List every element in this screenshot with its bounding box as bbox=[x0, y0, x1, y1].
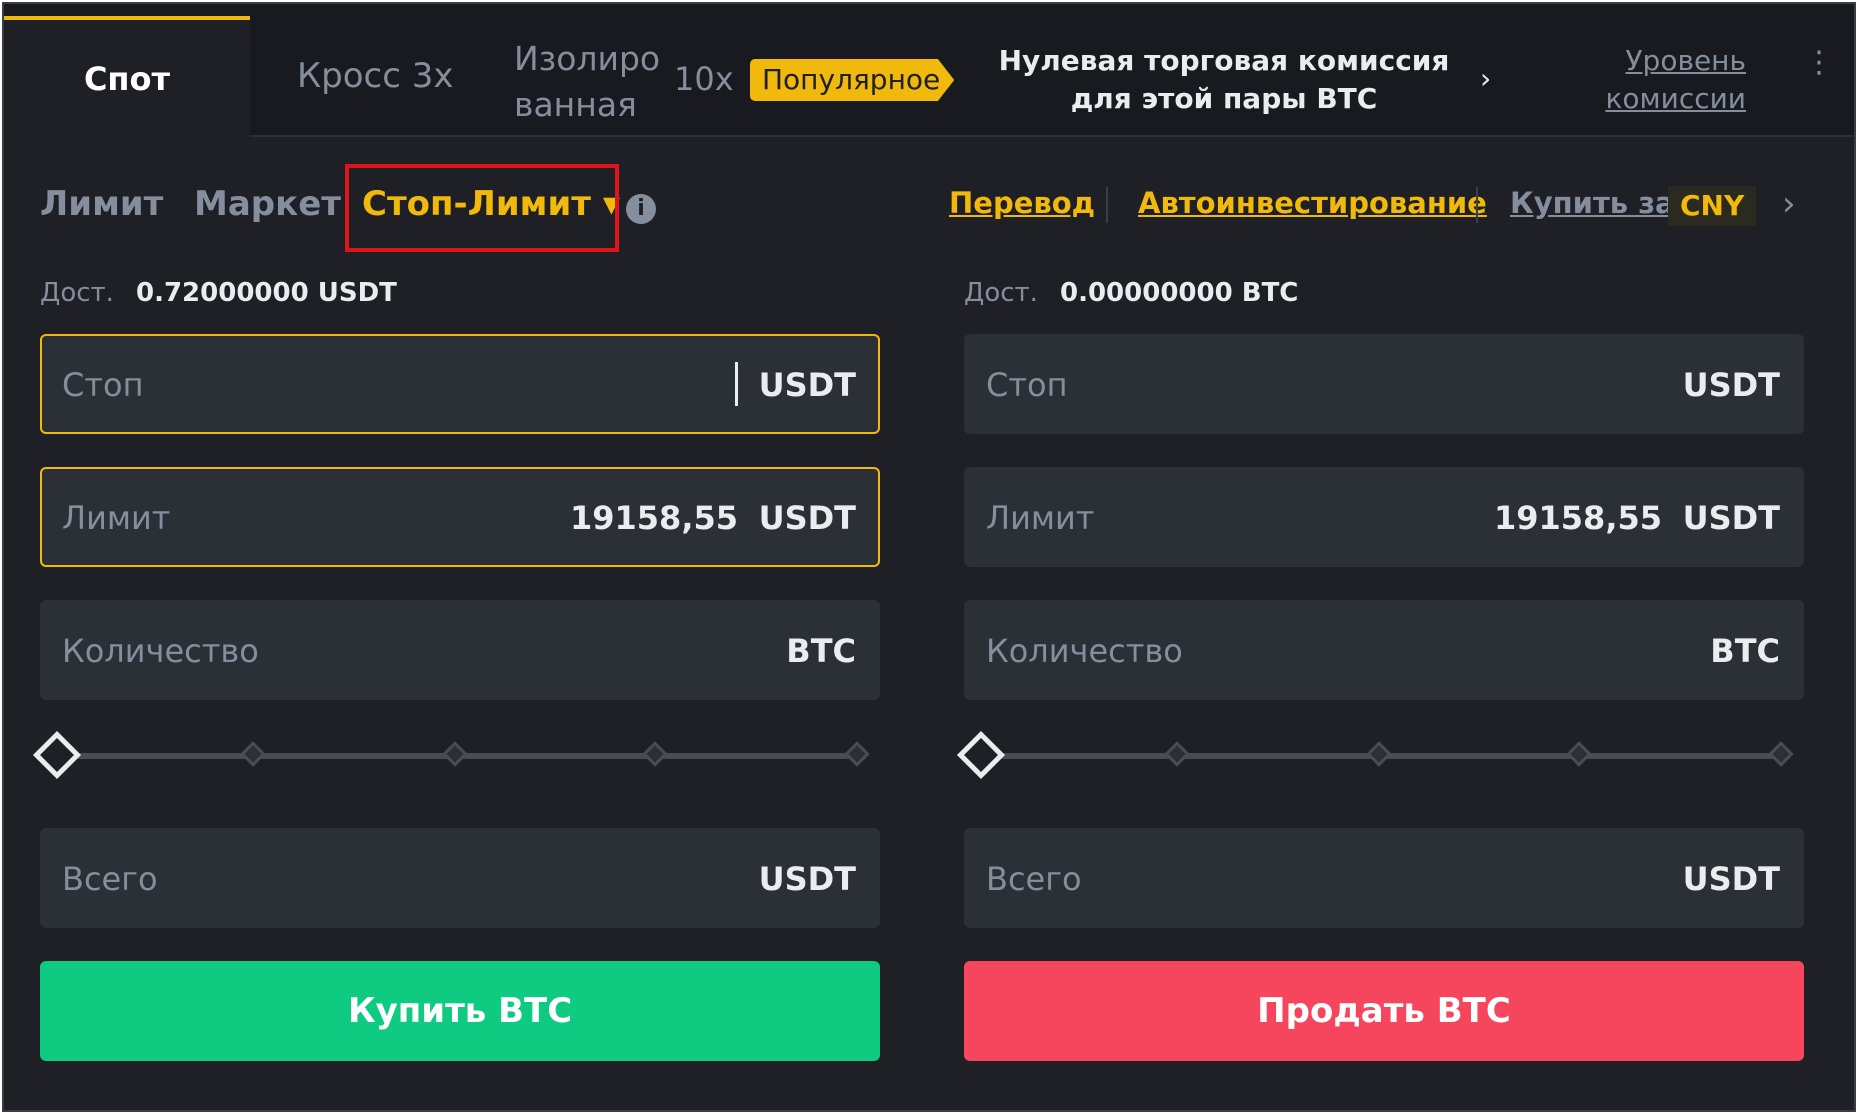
tab-isolated-margin[interactable]: Изолиро ванная bbox=[514, 36, 674, 128]
slider-handle[interactable] bbox=[956, 730, 1006, 780]
sell-available-value: 0.00000000 BTC bbox=[1060, 278, 1299, 308]
account-type-bar: Спот Кросс 3x Изолиро ванная 10x Популяр… bbox=[4, 4, 1854, 137]
slider-step-25[interactable] bbox=[240, 741, 266, 767]
sell-total-unit: USDT bbox=[1682, 860, 1780, 898]
slider-step-25[interactable] bbox=[1164, 741, 1190, 767]
sell-limit-value: 19158,55 bbox=[1493, 499, 1662, 537]
buy-stop-placeholder: Стоп bbox=[62, 366, 144, 404]
info-icon[interactable]: i bbox=[626, 194, 656, 224]
auto-invest-link[interactable]: Автоинвестирование bbox=[1138, 186, 1487, 220]
sell-btc-button[interactable]: Продать BTC bbox=[964, 961, 1804, 1061]
sell-amount-slider[interactable] bbox=[956, 726, 1804, 786]
slider-step-100[interactable] bbox=[1768, 741, 1794, 767]
slider-step-100[interactable] bbox=[844, 741, 870, 767]
slider-step-75[interactable] bbox=[1566, 741, 1592, 767]
buy-limit-placeholder: Лимит bbox=[62, 499, 171, 537]
buy-total-input[interactable]: Всего USDT bbox=[40, 828, 880, 928]
order-type-market[interactable]: Маркет bbox=[194, 184, 341, 224]
promo-chevron-icon[interactable]: › bbox=[1480, 62, 1491, 95]
buy-total-unit: USDT bbox=[758, 860, 856, 898]
sell-limit-input[interactable]: Лимит 19158,55 USDT bbox=[964, 467, 1804, 567]
chevron-right-icon[interactable]: › bbox=[1782, 184, 1796, 224]
buy-available-label: Дост. bbox=[40, 278, 114, 308]
isolated-leverage-label: 10x bbox=[674, 60, 734, 98]
buy-stop-unit: USDT bbox=[758, 366, 856, 404]
slider-step-75[interactable] bbox=[642, 741, 668, 767]
buy-stop-input[interactable]: Стоп USDT bbox=[40, 334, 880, 434]
sell-available-label: Дост. bbox=[964, 278, 1038, 308]
sell-stop-input[interactable]: Стоп USDT bbox=[964, 334, 1804, 434]
slider-step-50[interactable] bbox=[1366, 741, 1392, 767]
more-options-icon[interactable]: ⋮ bbox=[1804, 48, 1834, 78]
buy-limit-input[interactable]: Лимит 19158,55 USDT bbox=[40, 467, 880, 567]
buy-amount-input[interactable]: Количество BTC bbox=[40, 600, 880, 700]
slider-handle[interactable] bbox=[32, 730, 82, 780]
tab-spot[interactable]: Спот bbox=[4, 16, 250, 137]
buy-amount-unit: BTC bbox=[786, 632, 856, 670]
slider-step-50[interactable] bbox=[442, 741, 468, 767]
divider bbox=[1476, 187, 1478, 223]
fee-level-link[interactable]: Уровень комиссии bbox=[1594, 42, 1746, 118]
sell-limit-placeholder: Лимит bbox=[986, 499, 1095, 537]
popular-badge: Популярное bbox=[750, 59, 955, 101]
highlight-box bbox=[345, 164, 619, 252]
buy-amount-placeholder: Количество bbox=[62, 632, 259, 670]
order-type-limit[interactable]: Лимит bbox=[40, 184, 163, 224]
buy-available-value: 0.72000000 USDT bbox=[136, 278, 397, 308]
currency-badge[interactable]: CNY bbox=[1668, 186, 1757, 226]
sell-stop-placeholder: Стоп bbox=[986, 366, 1068, 404]
buy-limit-value: 19158,55 bbox=[569, 499, 738, 537]
tab-cross-margin[interactable]: Кросс 3x bbox=[297, 56, 453, 96]
divider bbox=[1106, 187, 1108, 223]
buy-total-placeholder: Всего bbox=[62, 860, 158, 898]
sell-limit-unit: USDT bbox=[1682, 499, 1780, 537]
sell-amount-unit: BTC bbox=[1710, 632, 1780, 670]
buy-amount-slider[interactable] bbox=[32, 726, 880, 786]
text-cursor bbox=[735, 362, 738, 406]
transfer-link[interactable]: Перевод bbox=[949, 186, 1095, 220]
sell-amount-input[interactable]: Количество BTC bbox=[964, 600, 1804, 700]
sell-amount-placeholder: Количество bbox=[986, 632, 1183, 670]
sell-total-input[interactable]: Всего USDT bbox=[964, 828, 1804, 928]
buy-with-link[interactable]: Купить за bbox=[1510, 186, 1675, 220]
buy-limit-unit: USDT bbox=[758, 499, 856, 537]
buy-btc-button[interactable]: Купить BTC bbox=[40, 961, 880, 1061]
sell-total-placeholder: Всего bbox=[986, 860, 1082, 898]
zero-fee-promo[interactable]: Нулевая торговая комиссия для этой пары … bbox=[984, 42, 1464, 118]
sell-stop-unit: USDT bbox=[1682, 366, 1780, 404]
trading-panel: Спот Кросс 3x Изолиро ванная 10x Популяр… bbox=[2, 2, 1856, 1112]
